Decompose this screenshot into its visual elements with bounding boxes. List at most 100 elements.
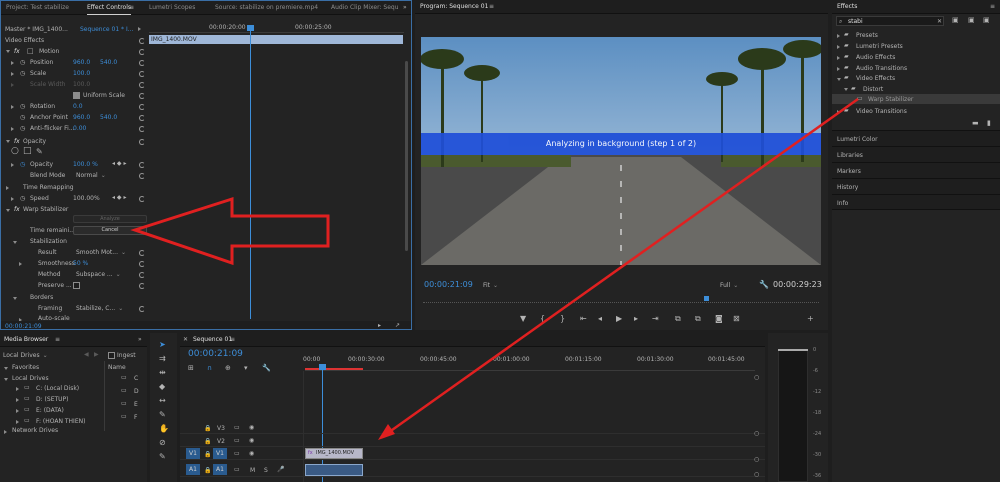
source-a1-label[interactable]: A1	[186, 464, 200, 475]
effects-item-presets[interactable]: Presets	[856, 32, 878, 39]
drive-letter[interactable]: C	[134, 375, 138, 382]
framing-dropdown[interactable]: Stabilize, C...	[76, 305, 126, 312]
reset-icon[interactable]	[139, 115, 145, 121]
effects-item-warp-stabilizer[interactable]: ▭ Warp Stabilizer	[832, 94, 1000, 104]
menu-icon[interactable]: ≡	[55, 336, 60, 343]
mark-in-icon[interactable]: {	[540, 315, 545, 323]
program-playhead[interactable]	[704, 296, 709, 301]
timeline-timecode[interactable]: 00:00:21:09	[188, 349, 243, 359]
nest-icon[interactable]: ⊞	[188, 364, 194, 372]
zoom-handle-icon[interactable]: ○	[754, 456, 759, 463]
track-a1-label[interactable]: A1	[213, 464, 227, 475]
more-panels-icon[interactable]: »	[403, 4, 407, 11]
mark-out-icon[interactable]: }	[560, 315, 565, 323]
anchor-y-value[interactable]: 540.0	[100, 114, 117, 121]
pen-tool-icon[interactable]: ✎	[159, 411, 166, 419]
expand-triangle-icon[interactable]	[837, 67, 840, 71]
collapse-triangle-icon[interactable]	[6, 140, 10, 143]
zoom-handle-icon[interactable]: ○	[754, 430, 759, 437]
tab-lumetri-scopes[interactable]: Lumetri Scopes	[149, 4, 195, 11]
collapse-triangle-icon[interactable]	[6, 209, 10, 212]
opacity-value[interactable]: 100.0 %	[73, 161, 98, 168]
wrench-icon[interactable]: 🔧	[262, 364, 271, 372]
eye-icon[interactable]: ◉	[249, 424, 254, 431]
expand-triangle-icon[interactable]	[16, 420, 19, 424]
drive-e[interactable]: E: (DATA)	[36, 407, 64, 414]
tab-effect-controls[interactable]: Effect Controls	[87, 4, 131, 15]
menu-icon[interactable]: ≡	[230, 336, 235, 343]
collapse-triangle-icon[interactable]	[4, 367, 8, 370]
compare-icon[interactable]: ⊠	[733, 315, 740, 323]
stopwatch-icon[interactable]: ◷	[20, 161, 25, 168]
reset-icon[interactable]	[139, 82, 145, 88]
tab-effects[interactable]: Effects	[837, 3, 857, 10]
reset-icon[interactable]	[139, 49, 145, 55]
expand-triangle-icon[interactable]	[16, 398, 19, 402]
clear-icon[interactable]: ✕	[937, 18, 942, 25]
stopwatch-icon[interactable]: ◷	[20, 114, 25, 121]
type-tool-icon[interactable]: ✎	[159, 453, 166, 461]
forward-arrow-icon[interactable]: ▶	[94, 351, 99, 358]
master-clip-label[interactable]: Master * IMG_1400...	[5, 26, 68, 33]
stopwatch-icon[interactable]: ◷	[20, 195, 25, 202]
tab-project[interactable]: Project: Test stabilize	[6, 4, 69, 11]
step-forward-icon[interactable]: ▸	[634, 315, 638, 323]
reset-icon[interactable]	[139, 250, 145, 256]
new-bin-icon[interactable]: ▬	[972, 119, 979, 127]
effects-item-video-transitions[interactable]: Video Transitions	[856, 108, 907, 115]
collapsed-panel-markers[interactable]: Markers	[832, 162, 1000, 178]
track-row-v3[interactable]: 🔒 V3 ▭ ◉	[180, 422, 765, 434]
expand-triangle-icon[interactable]	[19, 262, 22, 266]
rectangle-mask-icon[interactable]: □	[23, 146, 32, 156]
expand-triangle-icon[interactable]	[837, 45, 840, 49]
wrench-icon[interactable]: 🔧	[759, 280, 769, 289]
drive-letter[interactable]: D	[134, 388, 139, 395]
close-icon[interactable]: ✕	[183, 336, 188, 343]
sync-lock-icon[interactable]: ▭	[234, 450, 240, 457]
keyframe-nav-icon[interactable]: ◂ ◆ ▸	[112, 160, 126, 167]
solo-button[interactable]: S	[264, 467, 268, 474]
reset-icon[interactable]	[139, 196, 145, 202]
expand-triangle-icon[interactable]	[837, 110, 840, 114]
track-v1-label[interactable]: V1	[213, 448, 227, 459]
expand-triangle-icon[interactable]	[11, 163, 14, 167]
go-to-out-icon[interactable]: ⇥	[652, 315, 659, 323]
analyze-button[interactable]: Analyze	[73, 215, 147, 223]
tab-audio-clip-mixer[interactable]: Audio Clip Mixer: Sequ	[331, 4, 399, 11]
step-back-icon[interactable]: ◂	[598, 315, 602, 323]
accelerated-effects-icon[interactable]: ▣	[952, 16, 959, 24]
keyframe-nav-icon[interactable]: ◂ ◆ ▸	[112, 194, 126, 201]
expand-triangle-icon[interactable]	[11, 61, 14, 65]
location-dropdown[interactable]: Local Drives	[3, 352, 73, 359]
collapse-triangle-icon[interactable]	[13, 241, 17, 244]
collapse-triangle-icon[interactable]	[837, 78, 841, 81]
drive-letter[interactable]: F	[134, 414, 137, 421]
collapsed-panel-info[interactable]: Info	[832, 194, 1000, 210]
effects-item-lumetri-presets[interactable]: Lumetri Presets	[856, 43, 903, 50]
rotation-value[interactable]: 0.0	[73, 103, 83, 110]
expand-triangle-icon[interactable]	[11, 72, 14, 76]
eye-icon[interactable]: ◉	[249, 437, 254, 444]
effects-item-audio-effects[interactable]: Audio Effects	[856, 54, 895, 61]
expand-triangle-icon[interactable]	[11, 197, 14, 201]
program-timecode[interactable]: 00:00:21:09	[424, 280, 473, 289]
linked-selection-icon[interactable]: ⊕	[225, 364, 231, 372]
search-input[interactable]: stabi	[848, 18, 863, 25]
reset-icon[interactable]	[139, 60, 145, 66]
lock-icon[interactable]: 🔒	[204, 438, 211, 445]
result-dropdown[interactable]: Smooth Mot...	[76, 249, 126, 256]
filter-icon[interactable]: ▸	[378, 322, 381, 329]
smoothness-value[interactable]: 50 %	[73, 260, 88, 267]
stopwatch-icon[interactable]: ◷	[20, 70, 25, 77]
collapsed-panel-history[interactable]: History	[832, 178, 1000, 194]
reset-icon[interactable]	[139, 162, 145, 168]
collapsed-panel-libraries[interactable]: Libraries	[832, 146, 1000, 162]
razor-tool-icon[interactable]: ◆	[159, 383, 165, 391]
camera-icon[interactable]: ◙	[715, 315, 723, 323]
reset-icon[interactable]	[139, 283, 145, 289]
yuv-effects-icon[interactable]: ▣	[983, 16, 990, 24]
lock-icon[interactable]: 🔒	[204, 467, 211, 474]
video-frame[interactable]: Analyzing in background (step 1 of 2)	[421, 37, 821, 265]
fit-dropdown[interactable]: Fit	[483, 282, 513, 289]
more-panels-icon[interactable]: »	[138, 336, 142, 343]
